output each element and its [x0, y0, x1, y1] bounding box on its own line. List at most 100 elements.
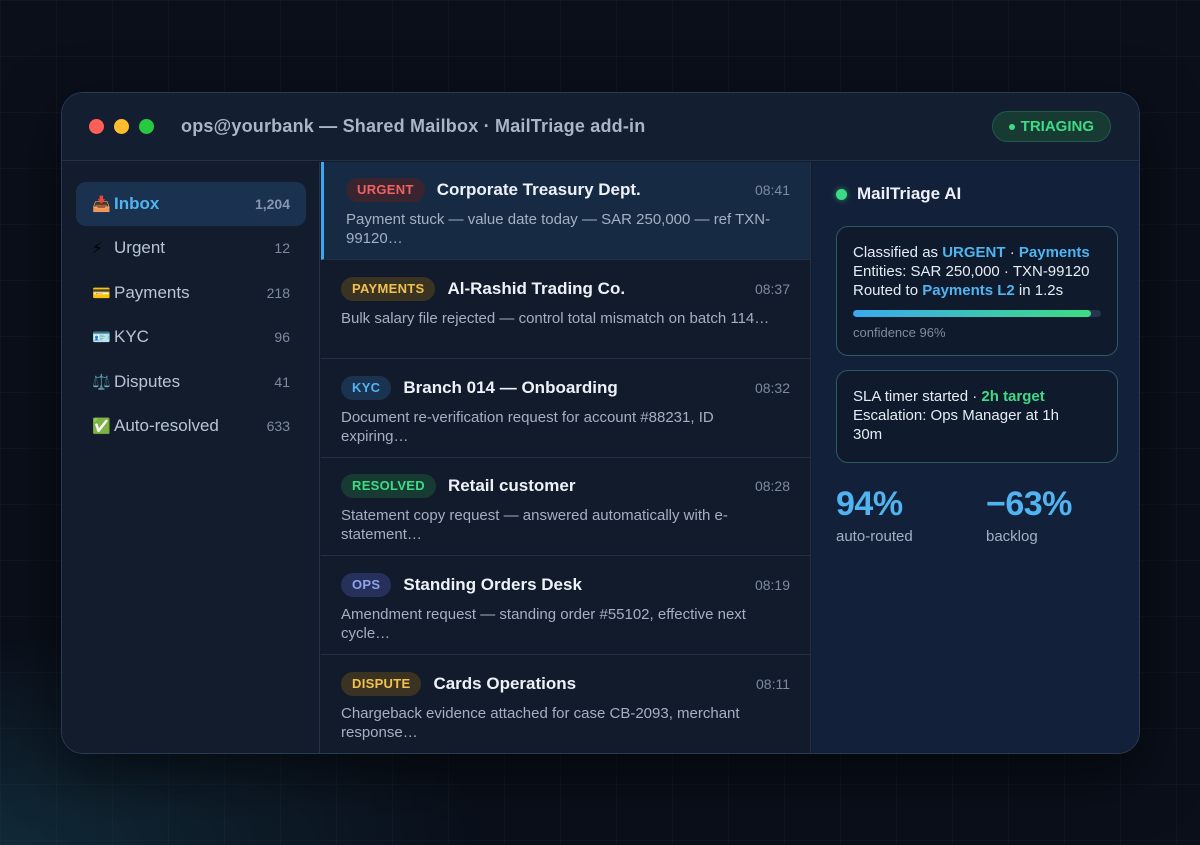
sidebar-item-count: 41 [274, 373, 290, 390]
stat-auto-routed: 94% auto-routed [836, 485, 913, 545]
classification-category: URGENT [942, 244, 1006, 261]
sla-line: SLA timer started · 2h target [853, 387, 1101, 406]
message-time: 08:11 [756, 676, 790, 692]
sidebar-item-label: Disputes [114, 371, 181, 391]
entities-line: Entities: SAR 250,000 · TXN-99120 [853, 263, 1090, 280]
status-dot-icon [1008, 123, 1015, 130]
close-window-button[interactable] [89, 119, 104, 134]
sidebar-item-payments[interactable]: 💳 Payments 218 [76, 271, 306, 315]
credit-card-icon: 💳 [92, 284, 111, 302]
window-title: ops@yourbank — Shared Mailbox · MailTria… [181, 116, 646, 136]
message-snippet: Document re-verification request for acc… [341, 408, 714, 445]
ai-panel-header: MailTriage AI [836, 184, 961, 204]
message-row[interactable]: DISPUTE Cards Operations 08:11 Chargeback e… [321, 656, 810, 753]
routing-line: Routed to Payments L2 in 1.2s [853, 281, 1101, 300]
scales-icon: ⚖️ [92, 373, 111, 391]
status-label: TRIAGING [1020, 118, 1094, 135]
category-badge: OPS [341, 573, 392, 598]
message-time: 08:28 [754, 478, 790, 495]
sidebar-item-kyc[interactable]: 🪪 KYC 96 [76, 315, 306, 359]
maximize-window-button[interactable] [139, 119, 154, 134]
message-snippet: Statement copy request — answered automa… [341, 507, 728, 544]
sla-target: 2h target [981, 388, 1045, 405]
sidebar-item-count: 1,204 [254, 196, 290, 212]
category-badge: RESOLVED [341, 474, 436, 499]
sidebar-item-label: Payments [114, 282, 190, 302]
confidence-bar-fill [853, 310, 1092, 317]
stat-label: backlog [986, 528, 1038, 545]
classification-prefix: Classified as [853, 244, 943, 261]
message-snippet: Payment stuck — value date today — SAR 2… [346, 211, 771, 247]
sla-card: SLA timer started · 2h target Escalation… [836, 370, 1118, 463]
message-time: 08:41 [754, 182, 790, 198]
message-sender: Cards Operations [433, 674, 577, 693]
sidebar-item-urgent[interactable]: ⚡ Urgent 12 [76, 226, 306, 270]
escalation-line: Escalation: Ops Manager at 1h [853, 407, 1059, 424]
message-row-header: RESOLVED Retail customer 08:28 [341, 474, 790, 499]
sidebar-item-count: 218 [266, 284, 290, 301]
message-row[interactable]: URGENT Corporate Treasury Dept. 08:41 Payme… [321, 162, 810, 260]
message-row[interactable]: OPS Standing Orders Desk 08:19 Amendment re… [321, 557, 810, 656]
sidebar: 📥 Inbox 1,204 ⚡ Urgent 12 💳 Payments 218 🪪 KYC 96 ⚖️… [62, 162, 320, 753]
sidebar-item-label: Inbox [114, 194, 160, 213]
sla-prefix: SLA timer started · [853, 388, 982, 405]
routing-prefix: Routed to [853, 282, 923, 299]
routing-target: Payments L2 [922, 282, 1015, 299]
id-card-icon: 🪪 [92, 329, 111, 347]
stat-backlog: −63% backlog [986, 485, 1072, 545]
confidence-label: confidence 96% [853, 325, 946, 340]
message-time: 08:19 [754, 577, 790, 594]
message-sender: Corporate Treasury Dept. [436, 180, 641, 199]
classification-line: Classified as URGENT · Payments [853, 243, 1101, 262]
sidebar-item-label: Urgent [114, 238, 166, 258]
category-badge: PAYMENTS [341, 276, 436, 301]
sidebar-item-count: 12 [274, 240, 290, 257]
sidebar-item-label: KYC [114, 327, 149, 347]
ai-panel-title: MailTriage AI [857, 184, 962, 203]
message-row-header: DISPUTE Cards Operations 08:11 [341, 672, 790, 696]
message-list: URGENT Corporate Treasury Dept. 08:41 Payme… [321, 162, 811, 753]
message-sender: Al-Rashid Trading Co. [447, 278, 626, 298]
category-badge: KYC [341, 375, 392, 400]
classification-queue: Payments [1018, 244, 1090, 261]
message-row-header: OPS Standing Orders Desk 08:19 [341, 573, 790, 598]
message-row[interactable]: KYC Branch 014 — Onboarding 08:32 Document … [321, 360, 810, 458]
message-time: 08:37 [754, 280, 790, 297]
message-sender: Branch 014 — Onboarding [403, 377, 618, 397]
message-sender: Retail customer [447, 476, 576, 496]
sidebar-item-disputes[interactable]: ⚖️ Disputes 41 [76, 360, 306, 404]
sidebar-item-count: 633 [266, 418, 290, 434]
stat-value: 94% [836, 485, 903, 523]
classification-separator: · [1005, 244, 1019, 261]
message-row-header: PAYMENTS Al-Rashid Trading Co. 08:37 [341, 276, 790, 301]
message-row[interactable]: PAYMENTS Al-Rashid Trading Co. 08:37 Bulk s… [321, 261, 810, 359]
message-row[interactable]: RESOLVED Retail customer 08:28 Statement co… [321, 458, 810, 557]
title-bar: ops@yourbank — Shared Mailbox · MailTria… [62, 93, 1139, 161]
confidence-bar [853, 310, 1101, 317]
sidebar-item-count: 96 [274, 329, 290, 346]
status-badge: TRIAGING [991, 111, 1111, 142]
message-time: 08:32 [754, 379, 790, 396]
category-badge: URGENT [346, 178, 425, 202]
ai-status-dot-icon [836, 188, 847, 200]
app-window: ops@yourbank — Shared Mailbox · MailTria… [61, 92, 1140, 754]
routing-suffix: in 1.2s [1014, 282, 1064, 299]
message-row-header: KYC Branch 014 — Onboarding 08:32 [341, 375, 790, 400]
message-row-header: URGENT Corporate Treasury Dept. 08:41 [346, 178, 790, 202]
stat-value: −63% [986, 485, 1072, 523]
sidebar-item-label: Auto-resolved [114, 416, 219, 435]
message-snippet: Bulk salary file rejected — control tota… [341, 309, 770, 327]
inbox-tray-icon: 📥 [92, 196, 111, 213]
sidebar-item-auto-resolved[interactable]: ✅ Auto-resolved 633 [76, 404, 306, 448]
sidebar-item-inbox[interactable]: 📥 Inbox 1,204 [76, 182, 306, 226]
stat-label: auto-routed [836, 528, 913, 545]
category-badge: DISPUTE [341, 672, 422, 696]
check-box-icon: ✅ [92, 418, 111, 435]
message-sender: Standing Orders Desk [403, 575, 582, 595]
lightning-icon: ⚡ [92, 240, 103, 258]
minimize-window-button[interactable] [114, 119, 129, 134]
message-snippet: Amendment request — standing order #5510… [341, 606, 746, 643]
message-snippet: Chargeback evidence attached for case CB… [341, 705, 740, 741]
escalation-line-cont: 30m [853, 426, 883, 443]
ai-panel: MailTriage AI Classified as URGENT · Pay… [812, 162, 1139, 753]
